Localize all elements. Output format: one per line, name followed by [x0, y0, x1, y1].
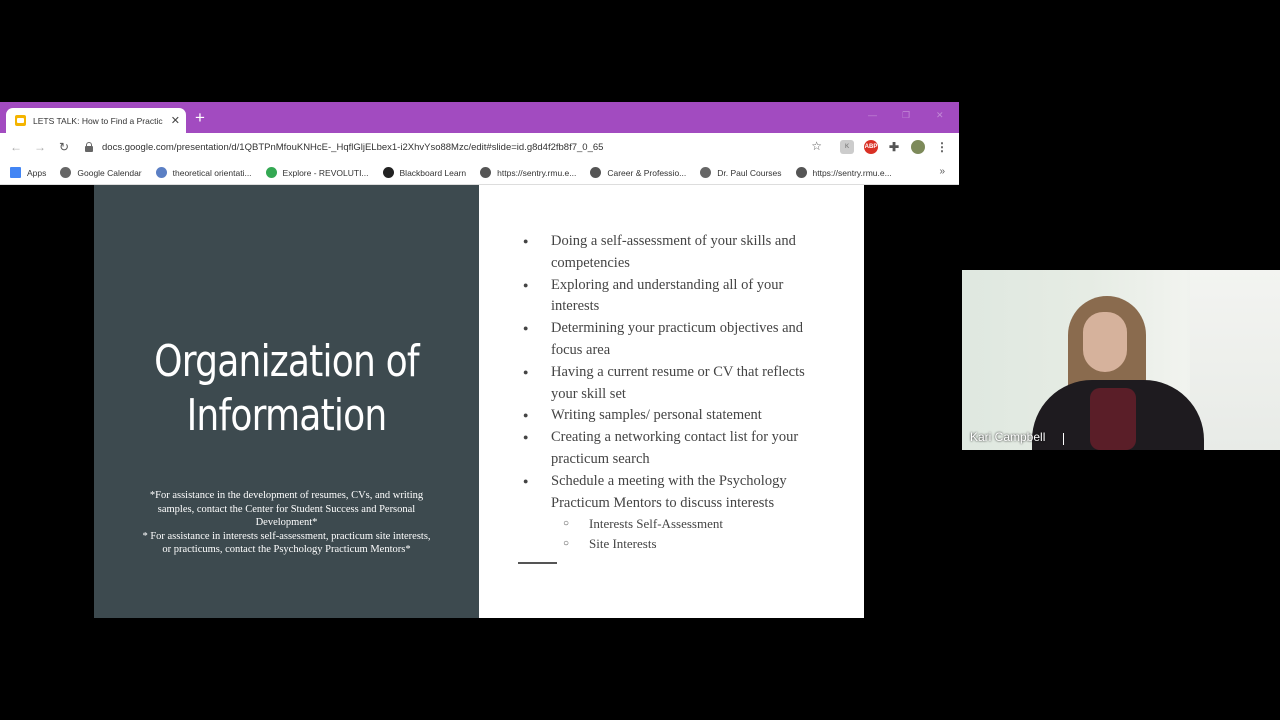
bullet-item-text: Schedule a meeting with the Psychology P… [551, 472, 787, 511]
slide-left-panel: Organization of Information *For assista… [94, 185, 479, 618]
slide-title-line: Organization of [154, 336, 419, 387]
video-person-face [1083, 312, 1127, 372]
new-tab-button[interactable]: + [195, 109, 205, 126]
bookmark-item[interactable]: Blackboard Learn [382, 167, 467, 178]
bookmark-label: Dr. Paul Courses [717, 167, 782, 178]
participant-video[interactable]: Kari Campbell [962, 270, 1280, 450]
puzzle-extensions-icon[interactable]: ✚ [887, 140, 901, 154]
footnote-line: samples, contact the Center for Student … [157, 503, 416, 515]
rmu-icon [795, 167, 807, 178]
slide-right-panel: Doing a self-assessment of your skills a… [479, 185, 864, 618]
bookmark-item[interactable]: Google Calendar [60, 167, 142, 178]
bookmark-label: Explore - REVOLUTI... [282, 167, 369, 178]
profile-avatar[interactable] [911, 140, 925, 154]
bookmark-item[interactable]: https://sentry.rmu.e... [480, 167, 576, 178]
bullet-item: Determining your practicum objectives an… [523, 318, 823, 362]
bookmark-item[interactable]: Dr. Paul Courses [700, 167, 782, 178]
bookmarks-overflow-button[interactable]: » [939, 166, 945, 177]
forward-icon[interactable]: → [28, 140, 52, 154]
slide-footnote: *For assistance in the development of re… [118, 489, 455, 557]
bookmark-label: Google Calendar [77, 167, 142, 178]
footnote-line: *For assistance in the development of re… [149, 490, 424, 501]
presentation-slide: Organization of Information *For assista… [94, 185, 864, 618]
participant-name: Kari Campbell [970, 430, 1046, 444]
address-bar[interactable]: docs.google.com/presentation/d/1QBTPnMfo… [84, 136, 830, 158]
bullet-item: Schedule a meeting with the Psychology P… [523, 471, 823, 555]
tab-slides-presentation[interactable]: LETS TALK: How to Find a Practic ✕ [6, 108, 186, 133]
video-background [1190, 270, 1280, 450]
bookmark-label: Blackboard Learn [399, 167, 467, 178]
bookmark-item[interactable]: Career & Professio... [590, 167, 686, 178]
url-text: docs.google.com/presentation/d/1QBTPnMfo… [102, 141, 604, 153]
back-icon[interactable]: ← [4, 140, 28, 154]
bullet-item: Doing a self-assessment of your skills a… [523, 231, 823, 275]
menu-kebab-icon[interactable]: ⋮ [935, 140, 949, 154]
sub-bullet-item: Site Interests [551, 534, 823, 554]
check-icon [265, 167, 277, 178]
bb-icon [382, 167, 394, 178]
rmu-icon [590, 167, 602, 178]
bookmark-label: theoretical orientati... [172, 167, 252, 178]
slide-title: Organization of Information [129, 335, 445, 443]
footnote-line: or practicums, contact the Psychology Pr… [162, 544, 411, 556]
close-window-icon[interactable]: ✕ [936, 110, 944, 121]
apps-grid-icon [10, 167, 21, 178]
extension-icon[interactable]: K [840, 140, 854, 154]
bullet-list: Doing a self-assessment of your skills a… [523, 231, 823, 554]
bookmark-item[interactable]: https://sentry.rmu.e... [795, 167, 892, 178]
google-slides-icon [15, 115, 26, 126]
adblock-icon[interactable]: ABP [864, 140, 878, 154]
minimize-icon[interactable]: — [868, 110, 877, 120]
bookmark-label: https://sentry.rmu.e... [812, 167, 892, 178]
slide-underline-mark [518, 562, 557, 564]
lock-icon[interactable] [84, 142, 94, 152]
maximize-icon[interactable]: ❐ [902, 110, 910, 121]
rmu-icon [480, 167, 492, 178]
bookmark-star-icon[interactable]: ☆ [811, 139, 822, 153]
bullet-item: Creating a networking contact list for y… [523, 427, 823, 471]
bookmark-label: https://sentry.rmu.e... [497, 167, 577, 178]
video-person-top [1090, 388, 1136, 450]
sub-bullet-list: Interests Self-Assessment Site Interests [551, 514, 823, 554]
globe-icon [60, 167, 72, 178]
footnote-line: * For assistance in interests self-asses… [142, 530, 431, 542]
browser-window: LETS TALK: How to Find a Practic ✕ + — ❐… [0, 102, 959, 185]
globe-icon [700, 167, 712, 178]
mic-indicator-icon [1063, 433, 1064, 445]
close-tab-icon[interactable]: ✕ [171, 114, 180, 127]
browser-toolbar: ← → ↻ docs.google.com/presentation/d/1QB… [0, 133, 959, 161]
site-icon [155, 167, 167, 178]
footnote-line: Development* [255, 517, 318, 529]
bookmark-item[interactable]: Apps [10, 167, 46, 178]
bookmark-item[interactable]: theoretical orientati... [155, 167, 252, 178]
reload-icon[interactable]: ↻ [52, 140, 76, 154]
bullet-item: Having a current resume or CV that refle… [523, 362, 823, 406]
bookmark-label: Apps [27, 167, 47, 178]
tab-title: LETS TALK: How to Find a Practic [33, 115, 163, 126]
bookmark-label: Career & Professio... [607, 167, 687, 178]
bullet-item: Writing samples/ personal statement [523, 405, 823, 427]
bookmark-item[interactable]: Explore - REVOLUTI... [265, 167, 369, 178]
bullet-item: Exploring and understanding all of your … [523, 275, 823, 319]
bookmarks-bar: Apps Google Calendar theoretical orientati… [0, 161, 959, 185]
slide-title-line: Information [186, 390, 388, 441]
sub-bullet-item: Interests Self-Assessment [551, 514, 823, 534]
tab-strip: LETS TALK: How to Find a Practic ✕ + — ❐… [0, 102, 959, 133]
